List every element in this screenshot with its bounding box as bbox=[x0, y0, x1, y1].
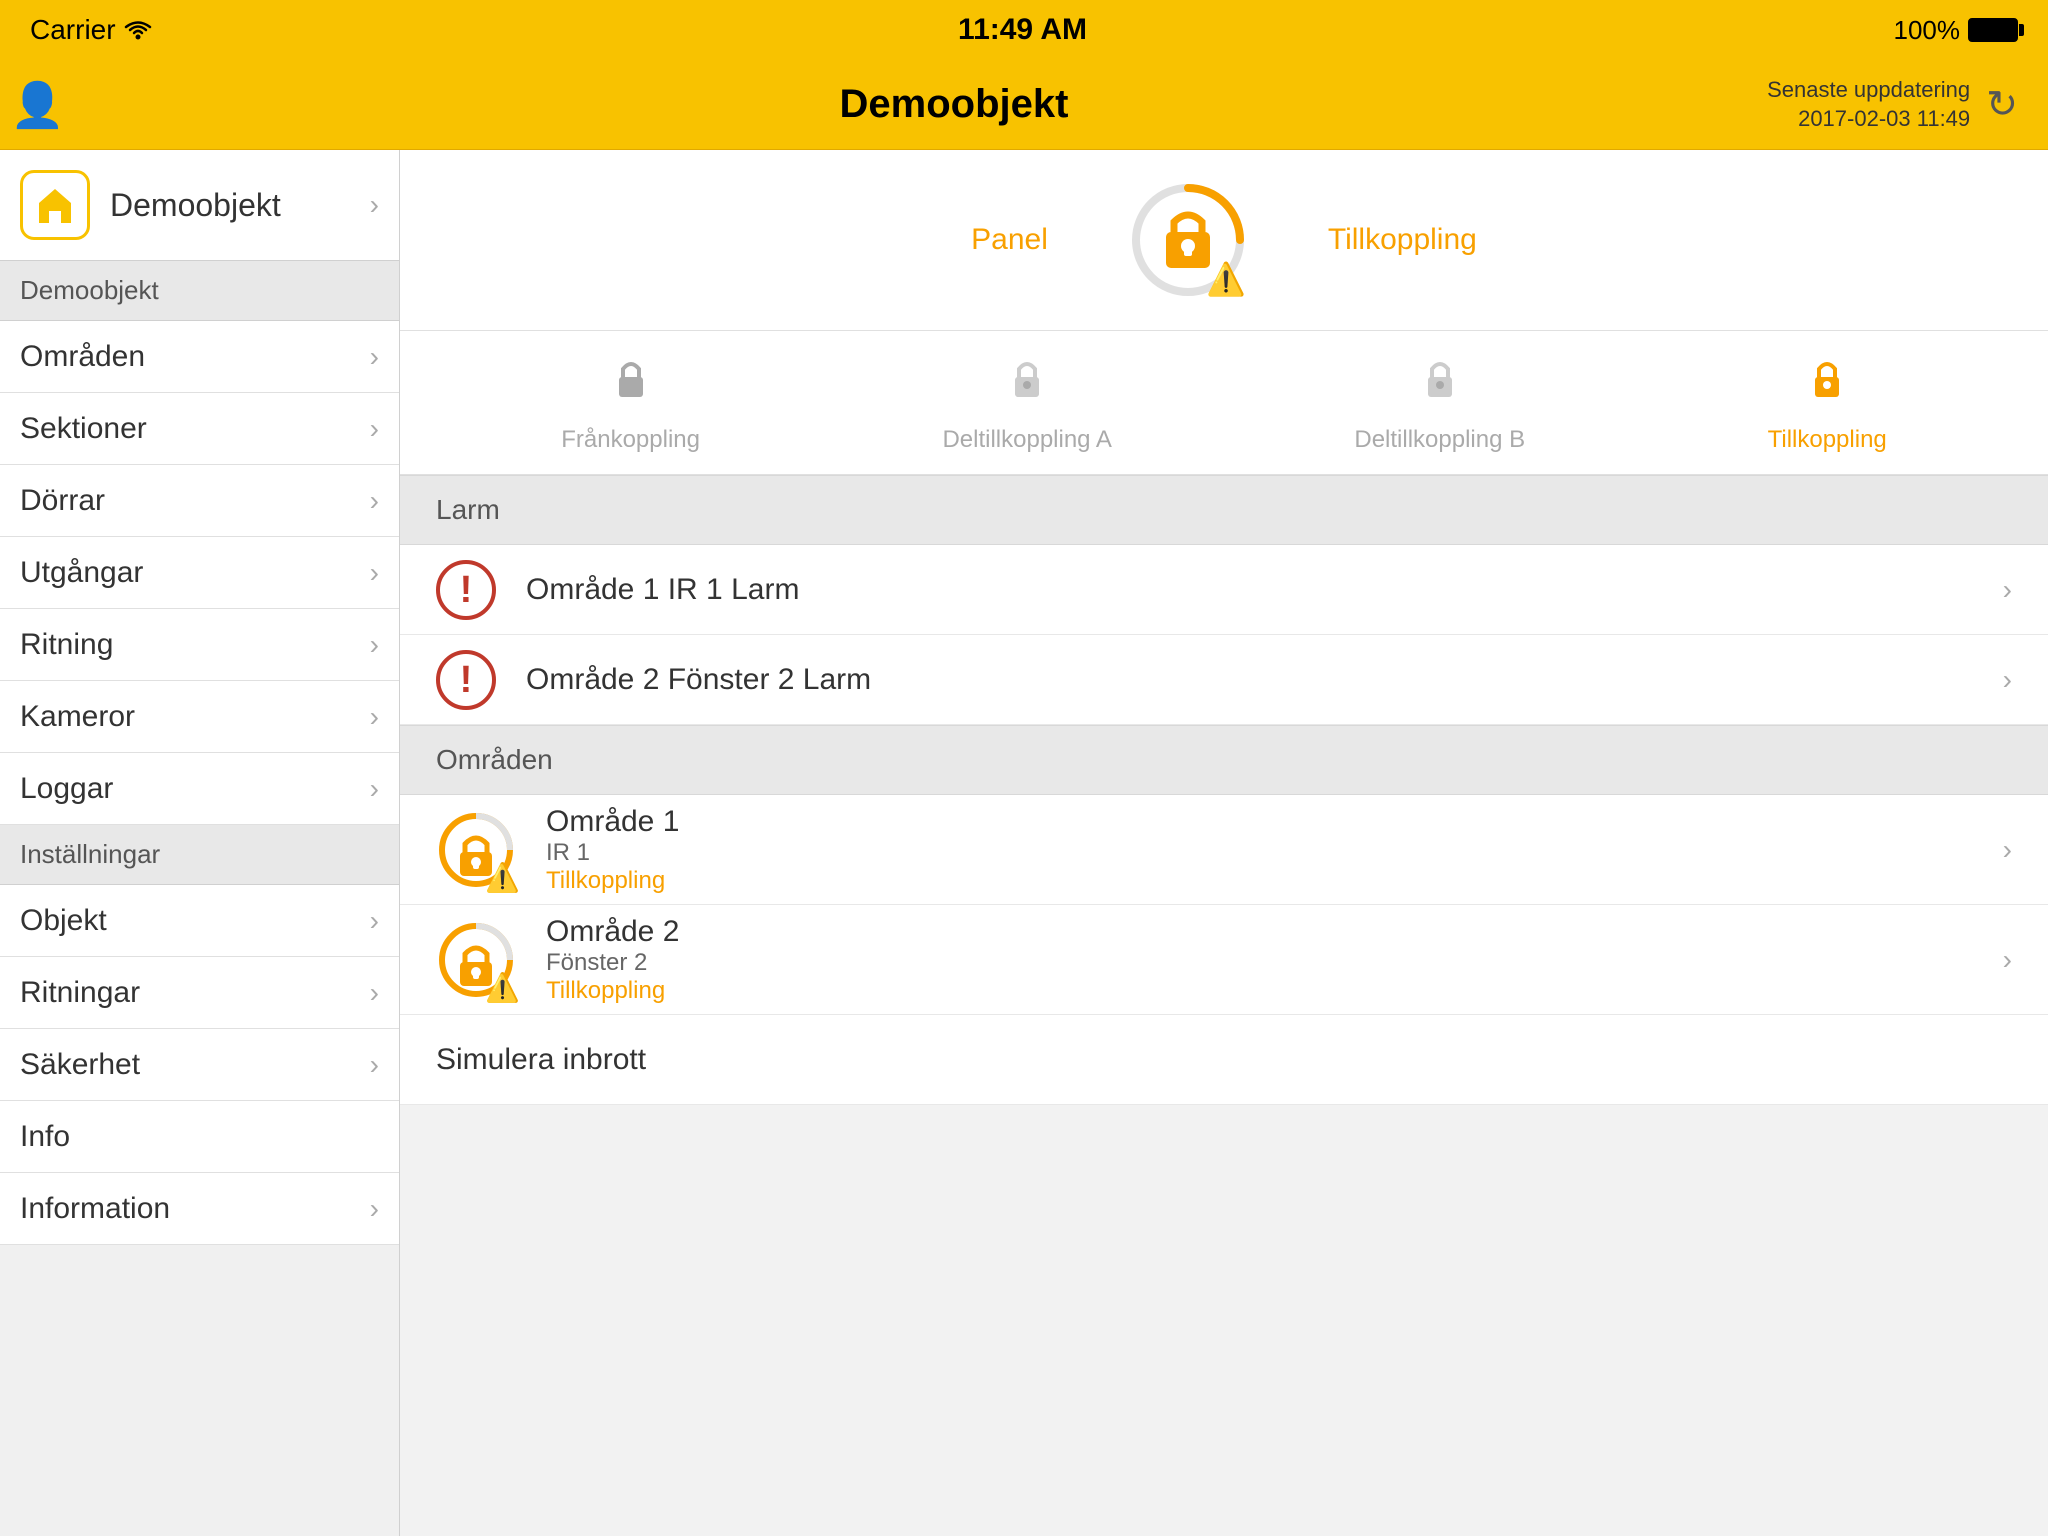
sidebar-item-ritning[interactable]: Ritning › bbox=[0, 609, 399, 681]
alarm-icon-1: ! bbox=[436, 560, 496, 620]
tillkoppling-icon bbox=[1801, 351, 1853, 416]
main-container: Demoobjekt › Demoobjekt Områden › Sektio… bbox=[0, 150, 2048, 1536]
sidebar-item-information[interactable]: Information › bbox=[0, 1173, 399, 1245]
sidebar-header-item[interactable]: Demoobjekt › bbox=[0, 150, 399, 261]
objekt-chevron: › bbox=[370, 905, 379, 937]
wifi-icon bbox=[124, 20, 152, 40]
alarm-text-2: Område 2 Fönster 2 Larm bbox=[526, 663, 2003, 697]
delta-b-icon bbox=[1414, 351, 1466, 416]
frankoppling-label: Frånkoppling bbox=[561, 426, 700, 454]
home-icon bbox=[20, 170, 90, 240]
delta-b-label: Deltillkoppling B bbox=[1354, 426, 1525, 454]
battery-area: 100% bbox=[1893, 15, 2018, 46]
alarm-icon-2: ! bbox=[436, 650, 496, 710]
home-svg bbox=[33, 183, 77, 227]
alarm-item-2[interactable]: ! Område 2 Fönster 2 Larm › bbox=[400, 635, 2048, 725]
update-text: Senaste uppdatering 2017-02-03 11:49 bbox=[1767, 76, 1970, 133]
area-sub-1: IR 1 bbox=[546, 839, 2003, 867]
frankoppling-icon bbox=[605, 351, 657, 416]
area-item-2[interactable]: ⚠️ Område 2 Fönster 2 Tillkoppling › bbox=[400, 905, 2048, 1015]
omraden-chevron: › bbox=[370, 341, 379, 373]
area-status-2: Tillkoppling bbox=[546, 977, 2003, 1005]
sidebar-section-demoobjekt: Demoobjekt bbox=[0, 261, 399, 321]
alarm-chevron-2: › bbox=[2003, 664, 2012, 696]
lock-option-delta-b[interactable]: Deltillkoppling B bbox=[1354, 351, 1525, 454]
area-icon-2: ⚠️ bbox=[436, 920, 516, 1000]
area-name-2: Område 2 bbox=[546, 915, 2003, 949]
status-bar: Carrier 11:49 AM 100% bbox=[0, 0, 2048, 60]
sidebar-item-utgangar[interactable]: Utgångar › bbox=[0, 537, 399, 609]
lock-option-frankoppling[interactable]: Frånkoppling bbox=[561, 351, 700, 454]
area-chevron-2: › bbox=[2003, 944, 2012, 976]
area-sub-2: Fönster 2 bbox=[546, 949, 2003, 977]
carrier-label: Carrier bbox=[30, 14, 152, 46]
sidebar-item-omraden[interactable]: Områden › bbox=[0, 321, 399, 393]
panel-selector: Panel ⚠️ Tillkoppling bbox=[400, 150, 2048, 331]
loggar-chevron: › bbox=[370, 773, 379, 805]
area-icon-1: ⚠️ bbox=[436, 810, 516, 890]
sidebar-item-info[interactable]: Info bbox=[0, 1101, 399, 1173]
sidebar-item-loggar[interactable]: Loggar › bbox=[0, 753, 399, 825]
sidebar-item-sektioner[interactable]: Sektioner › bbox=[0, 393, 399, 465]
battery-percent: 100% bbox=[1893, 15, 1960, 46]
tillkoppling-option-label: Tillkoppling bbox=[1768, 426, 1887, 454]
panel-circle[interactable]: ⚠️ bbox=[1128, 180, 1248, 300]
dorrar-chevron: › bbox=[370, 485, 379, 517]
refresh-icon[interactable]: ↻ bbox=[1986, 82, 2018, 127]
delta-a-label: Deltillkoppling A bbox=[942, 426, 1111, 454]
utgangar-chevron: › bbox=[370, 557, 379, 589]
ritningar-chevron: › bbox=[370, 977, 379, 1009]
sidebar-item-objekt[interactable]: Objekt › bbox=[0, 885, 399, 957]
tillkoppling-label[interactable]: Tillkoppling bbox=[1328, 223, 1477, 257]
sidebar-item-kameror[interactable]: Kameror › bbox=[0, 681, 399, 753]
simulera-text: Simulera inbrott bbox=[436, 1043, 646, 1077]
panel-label[interactable]: Panel bbox=[971, 223, 1048, 257]
carrier-text: Carrier bbox=[30, 14, 116, 46]
lock-option-tillkoppling[interactable]: Tillkoppling bbox=[1768, 351, 1887, 454]
sidebar: Demoobjekt › Demoobjekt Områden › Sektio… bbox=[0, 150, 400, 1536]
ritning-chevron: › bbox=[370, 629, 379, 661]
information-chevron: › bbox=[370, 1193, 379, 1225]
sidebar-section-installningar: Inställningar bbox=[0, 825, 399, 885]
sidebar-item-sakerhet[interactable]: Säkerhet › bbox=[0, 1029, 399, 1101]
status-time: 11:49 AM bbox=[958, 13, 1087, 47]
header-title: Demoobjekt bbox=[210, 82, 1698, 127]
sidebar-item-dorrar[interactable]: Dörrar › bbox=[0, 465, 399, 537]
omraden-section-header: Områden bbox=[400, 725, 2048, 795]
sakerhet-chevron: › bbox=[370, 1049, 379, 1081]
area-info-1: Område 1 IR 1 Tillkoppling bbox=[546, 805, 2003, 895]
header-left: 👤 bbox=[10, 79, 210, 131]
lock-option-delta-a[interactable]: Deltillkoppling A bbox=[942, 351, 1111, 454]
content-area: Panel ⚠️ Tillkoppling bbox=[400, 150, 2048, 1536]
warning-triangle-1: ⚠️ bbox=[485, 861, 520, 894]
header-right: Senaste uppdatering 2017-02-03 11:49 ↻ bbox=[1698, 76, 2018, 133]
header-bar: 👤 Demoobjekt Senaste uppdatering 2017-02… bbox=[0, 60, 2048, 150]
warning-triangle-panel: ⚠️ bbox=[1206, 260, 1246, 298]
alarm-item-1[interactable]: ! Område 1 IR 1 Larm › bbox=[400, 545, 2048, 635]
simulera-item[interactable]: Simulera inbrott bbox=[400, 1015, 2048, 1105]
sektioner-chevron: › bbox=[370, 413, 379, 445]
warning-triangle-2: ⚠️ bbox=[485, 971, 520, 1004]
alarm-text-1: Område 1 IR 1 Larm bbox=[526, 573, 2003, 607]
area-chevron-1: › bbox=[2003, 834, 2012, 866]
lock-options: Frånkoppling Deltillkoppling A bbox=[400, 331, 2048, 475]
area-item-1[interactable]: ⚠️ Område 1 IR 1 Tillkoppling › bbox=[400, 795, 2048, 905]
sidebar-demoobjekt-label: Demoobjekt bbox=[110, 187, 370, 224]
delta-a-icon bbox=[1001, 351, 1053, 416]
larm-section-header: Larm bbox=[400, 475, 2048, 545]
sidebar-item-ritningar[interactable]: Ritningar › bbox=[0, 957, 399, 1029]
sidebar-header-chevron: › bbox=[370, 189, 379, 221]
area-status-1: Tillkoppling bbox=[546, 867, 2003, 895]
area-name-1: Område 1 bbox=[546, 805, 2003, 839]
area-info-2: Område 2 Fönster 2 Tillkoppling bbox=[546, 915, 2003, 1005]
alarm-chevron-1: › bbox=[2003, 574, 2012, 606]
battery-icon bbox=[1968, 18, 2018, 42]
user-icon[interactable]: 👤 bbox=[10, 81, 65, 130]
kameror-chevron: › bbox=[370, 701, 379, 733]
